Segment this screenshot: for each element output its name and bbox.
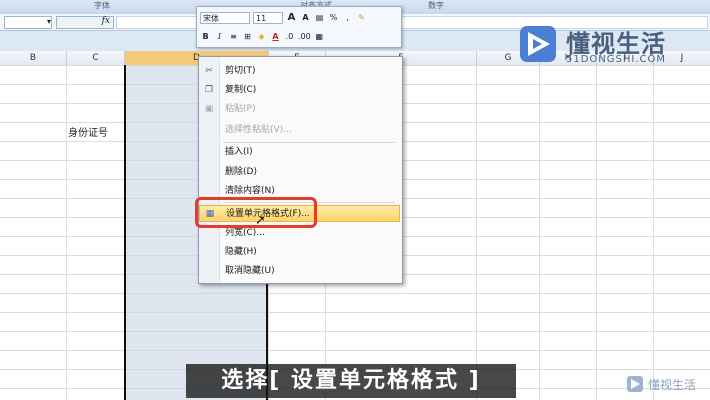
menu-item-label: 复制(C) bbox=[225, 85, 257, 95]
cell-c-id-number[interactable]: 身份证号 bbox=[68, 124, 108, 139]
grid-line bbox=[596, 65, 597, 400]
copy-icon: ❐ bbox=[204, 85, 214, 95]
fx-icon: fx bbox=[101, 16, 110, 26]
grid-line bbox=[66, 65, 67, 400]
watermark: 懂视生活 51DONGSHI.COM bbox=[518, 22, 688, 72]
italic-button[interactable]: I bbox=[214, 30, 225, 43]
accounting-format-icon[interactable]: ▤ bbox=[314, 11, 325, 24]
decrease-decimal-button[interactable]: .00 bbox=[298, 30, 311, 43]
play-logo-icon bbox=[520, 26, 556, 62]
play-logo-icon bbox=[627, 376, 643, 392]
watermark-url: 51DONGSHI.COM bbox=[566, 54, 667, 65]
menu-item-label: 隐藏(H) bbox=[225, 247, 257, 257]
corner-watermark-text: 懂视生活 bbox=[648, 378, 697, 392]
grow-font-button[interactable]: A bbox=[286, 11, 297, 24]
context-menu: ✂ 剪切(T) ❐ 复制(C) ▣ 粘贴(P) 选择性粘贴(V)... 插入(I… bbox=[198, 56, 403, 284]
mini-toolbar: 宋体 11 A A ▤ % , ✎ B I ≡ ⊞ ◈ A .0 .00 ▦ bbox=[196, 6, 402, 48]
column-header-b[interactable]: B bbox=[0, 51, 67, 65]
menu-item-cut[interactable]: ✂ 剪切(T) bbox=[199, 63, 400, 80]
menu-separator bbox=[223, 142, 395, 143]
center-button[interactable]: ≡ bbox=[228, 30, 239, 43]
grid-line bbox=[653, 65, 654, 400]
scissors-icon: ✂ bbox=[205, 66, 213, 76]
merge-center-icon[interactable]: ▦ bbox=[314, 30, 325, 43]
menu-item-paste[interactable]: ▣ 粘贴(P) bbox=[199, 101, 400, 118]
menu-item-label: 列宽(C)... bbox=[225, 228, 265, 238]
grid-line bbox=[476, 65, 477, 400]
format-painter-icon[interactable]: ✎ bbox=[356, 11, 367, 24]
menu-item-label: 删除(D) bbox=[225, 167, 257, 177]
borders-icon[interactable]: ⊞ bbox=[242, 30, 253, 43]
font-name-select[interactable]: 宋体 bbox=[200, 11, 250, 24]
menu-item-delete[interactable]: 删除(D) bbox=[199, 164, 400, 181]
menu-item-hide[interactable]: 隐藏(H) bbox=[199, 244, 400, 261]
column-header-c[interactable]: C bbox=[67, 51, 125, 65]
bold-button[interactable]: B bbox=[200, 30, 211, 43]
menu-item-unhide[interactable]: 取消隐藏(U) bbox=[199, 263, 400, 280]
insert-function-button[interactable]: fx bbox=[56, 16, 114, 29]
menu-item-insert[interactable]: 插入(I) bbox=[199, 144, 400, 161]
grid-line bbox=[539, 65, 540, 400]
paste-icon: ▣ bbox=[204, 104, 214, 114]
menu-item-paste-special[interactable]: 选择性粘贴(V)... bbox=[199, 122, 400, 139]
menu-item-label: 选择性粘贴(V)... bbox=[225, 125, 292, 135]
menu-item-label: 粘贴(P) bbox=[225, 104, 256, 114]
increase-decimal-button[interactable]: .0 bbox=[284, 30, 295, 43]
name-box[interactable]: ▾ bbox=[4, 16, 52, 29]
ribbon-group-font: 字体 bbox=[94, 1, 110, 10]
menu-item-label: 取消隐藏(U) bbox=[225, 266, 275, 276]
font-size-select[interactable]: 11 bbox=[253, 11, 283, 24]
shrink-font-button[interactable]: A bbox=[300, 11, 311, 24]
ribbon-group-number: 数字 bbox=[428, 1, 444, 10]
fill-color-icon[interactable]: ◈ bbox=[256, 30, 267, 43]
menu-item-copy[interactable]: ❐ 复制(C) bbox=[199, 82, 400, 99]
menu-item-label: 插入(I) bbox=[225, 147, 253, 157]
video-subtitle: 选择[ 设置单元格格式 ] bbox=[186, 364, 516, 398]
menu-item-label: 剪切(T) bbox=[225, 66, 256, 76]
font-color-button[interactable]: A bbox=[270, 30, 281, 43]
corner-watermark: 懂视生活 bbox=[626, 373, 710, 395]
comma-button[interactable]: , bbox=[342, 11, 353, 24]
mouse-pointer-icon: ➚ bbox=[255, 213, 266, 228]
percent-button[interactable]: % bbox=[328, 11, 339, 24]
